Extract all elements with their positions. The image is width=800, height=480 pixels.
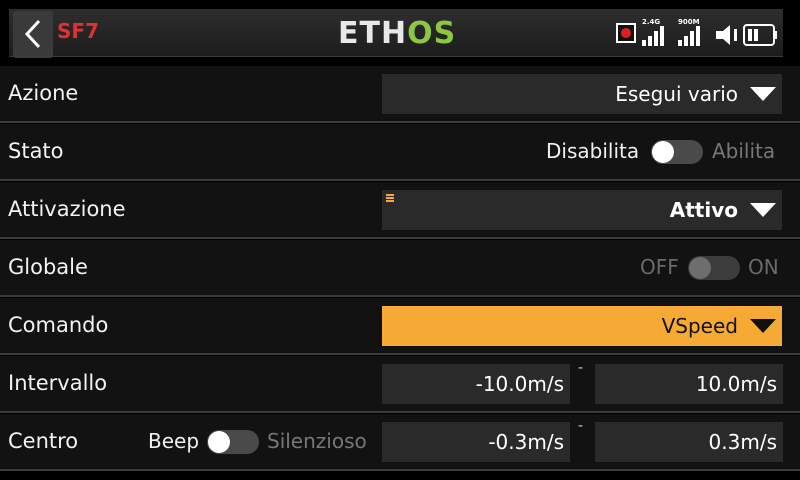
globale-label: Globale (8, 255, 88, 279)
toggle-knob (652, 141, 674, 163)
intervallo-max-field[interactable]: 10.0m/s (595, 364, 783, 404)
row-azione: Azione Esegui vario (0, 66, 800, 123)
top-bar: SF7 ETHOS 2.4G 900M (0, 0, 800, 66)
comando-label: Comando (8, 313, 109, 337)
chevron-left-icon (24, 19, 41, 49)
row-comando: Comando VSpeed (0, 298, 800, 355)
centro-toggle[interactable] (207, 430, 259, 454)
speaker-icon (716, 25, 737, 45)
ethos-logo: ETHOS (338, 16, 457, 51)
back-button[interactable] (13, 11, 53, 58)
intervallo-min-field[interactable]: -10.0m/s (382, 364, 570, 404)
menu-icon (386, 194, 394, 203)
dropdown-arrow-icon (750, 203, 776, 217)
centro-off-label: Beep (148, 429, 200, 453)
attivazione-value: Attivo (669, 198, 738, 222)
record-icon (616, 23, 636, 43)
globale-off-label: OFF (640, 255, 679, 279)
row-globale: Globale OFF ON (0, 240, 800, 297)
comando-dropdown[interactable]: VSpeed (382, 306, 782, 346)
stato-toggle[interactable] (651, 140, 703, 164)
signal-900m-icon (678, 26, 700, 46)
signal-24g-icon (642, 26, 664, 46)
dropdown-arrow-icon (750, 319, 776, 333)
azione-value: Esegui vario (615, 82, 738, 106)
toggle-knob (208, 431, 230, 453)
toggle-knob (689, 257, 711, 279)
intervallo-label: Intervallo (8, 371, 108, 395)
row-stato: Stato Disabilita Abilita (0, 124, 800, 181)
dropdown-arrow-icon (750, 87, 776, 101)
centro-max-field[interactable]: 0.3m/s (595, 422, 783, 462)
row-intervallo: Intervallo -10.0m/s - 10.0m/s (0, 356, 800, 413)
globale-toggle[interactable] (688, 256, 740, 280)
row-centro: Centro Beep Silenzioso -0.3m/s - 0.3m/s (0, 414, 800, 471)
centro-on-label: Silenzioso (267, 429, 367, 453)
page-title: SF7 (57, 19, 99, 43)
stato-on-label: Abilita (712, 139, 776, 163)
stato-off-label: Disabilita (546, 139, 640, 163)
range-separator: - (578, 360, 584, 376)
centro-min-field[interactable]: -0.3m/s (382, 422, 570, 462)
stato-label: Stato (8, 139, 64, 163)
row-attivazione: Attivazione Attivo (0, 182, 800, 239)
comando-value: VSpeed (661, 314, 738, 338)
attivazione-label: Attivazione (8, 197, 126, 221)
azione-dropdown[interactable]: Esegui vario (382, 74, 782, 114)
battery-icon (743, 24, 777, 46)
range-separator: - (578, 418, 584, 434)
azione-label: Azione (8, 81, 79, 105)
centro-label: Centro (8, 429, 79, 453)
globale-on-label: ON (748, 255, 779, 279)
attivazione-dropdown[interactable]: Attivo (382, 190, 782, 230)
